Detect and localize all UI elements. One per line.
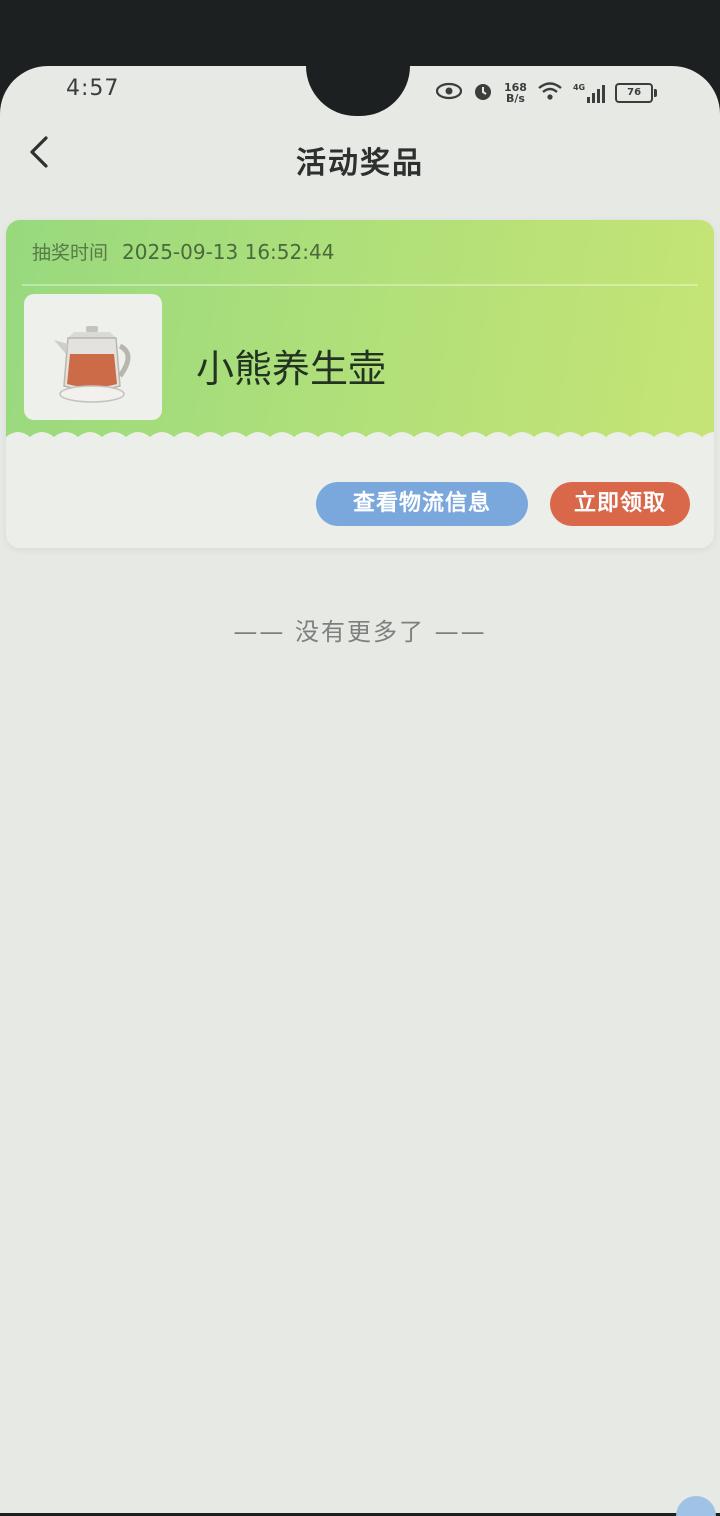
network-type: 4G — [572, 83, 586, 92]
prize-name: 小熊养生壶 — [196, 347, 387, 391]
page-title: 活动奖品 — [296, 146, 424, 181]
draw-time-row: 抽奖时间 2025-09-13 16:52:44 — [32, 238, 334, 265]
net-speed-unit: B/s — [506, 92, 525, 105]
kettle-icon — [54, 326, 131, 403]
prize-image[interactable] — [24, 294, 162, 420]
view-logistics-button[interactable]: 查看物流信息 — [316, 482, 528, 526]
card-divider — [22, 284, 698, 286]
net-speed: 168 B/s — [504, 82, 527, 104]
no-more-text: —— 没有更多了 —— — [233, 618, 487, 646]
prize-card: 抽奖时间 2025-09-13 16:52:44 小熊养生壶 查看物流信息 立即… — [6, 220, 714, 548]
status-icons: 168 B/s 4G 76 — [435, 80, 658, 106]
claim-now-button[interactable]: 立即领取 — [550, 482, 690, 526]
draw-time-label: 抽奖时间 — [32, 242, 109, 264]
eye-icon — [435, 82, 463, 104]
prize-card-banner: 抽奖时间 2025-09-13 16:52:44 小熊养生壶 — [6, 220, 714, 445]
signal-icon: 4G — [572, 83, 606, 103]
alarm-icon — [472, 80, 494, 106]
battery-icon: 76 — [615, 83, 658, 103]
draw-time-value: 2025-09-13 16:52:44 — [122, 239, 335, 264]
page-header: 活动奖品 — [0, 120, 720, 200]
scallop-edge — [6, 432, 714, 449]
wifi-icon — [537, 81, 563, 105]
status-time: 4:57 — [66, 76, 120, 101]
